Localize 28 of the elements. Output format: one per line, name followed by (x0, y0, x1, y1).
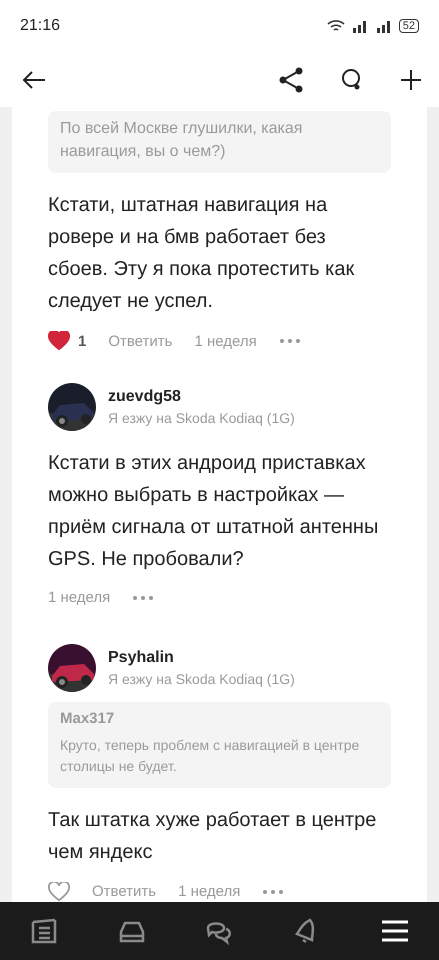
author-name[interactable]: zuevdg58 (108, 388, 295, 406)
author-car: Я езжу на Skoda Kodiaq (1G) (108, 671, 295, 688)
comment-text: Кстати в этих андроид приставках можно выбрать в настройках — приём сигнала от штатной антенны GPS. Не пробовали? (48, 451, 380, 572)
comment-time: 1 неделя (48, 589, 110, 606)
comment-time: 1 неделя (194, 332, 257, 350)
author-car: Я езжу на Skoda Kodiaq (1G) (108, 410, 295, 426)
signal-icon (374, 19, 393, 33)
comment-text: Кстати, штатная навигация на ровере и на бмв работает без сбоев. Эту я пока протестить как следует не успел. (48, 193, 356, 314)
share-icon[interactable] (279, 66, 303, 92)
quote-text: По всей Москве глушилки, какая навигация, вы о чем?) (60, 119, 304, 162)
heart-icon[interactable] (48, 331, 70, 352)
battery-level: 52 (398, 19, 419, 33)
like-button[interactable] (48, 882, 70, 902)
more-icon[interactable] (262, 888, 284, 895)
signal-icon (350, 19, 369, 33)
comment-time: 1 неделя (178, 883, 240, 900)
like-button[interactable]: 1 (48, 331, 86, 352)
more-icon[interactable] (132, 594, 154, 601)
comment-text: Так штатка хуже работает в центре чем яндекс (48, 808, 378, 865)
add-icon[interactable] (401, 70, 421, 90)
status-time: 21:16 (20, 17, 60, 35)
author-name[interactable]: Psyhalin (108, 649, 295, 668)
wifi-icon (326, 19, 345, 33)
quote-author: Max317 (60, 710, 116, 728)
quote-text: Круто, теперь проблем с навигацией в центре столицы не будет. (60, 736, 360, 776)
more-icon[interactable] (278, 338, 301, 344)
back-icon[interactable] (22, 70, 46, 90)
search-icon[interactable] (341, 68, 363, 92)
